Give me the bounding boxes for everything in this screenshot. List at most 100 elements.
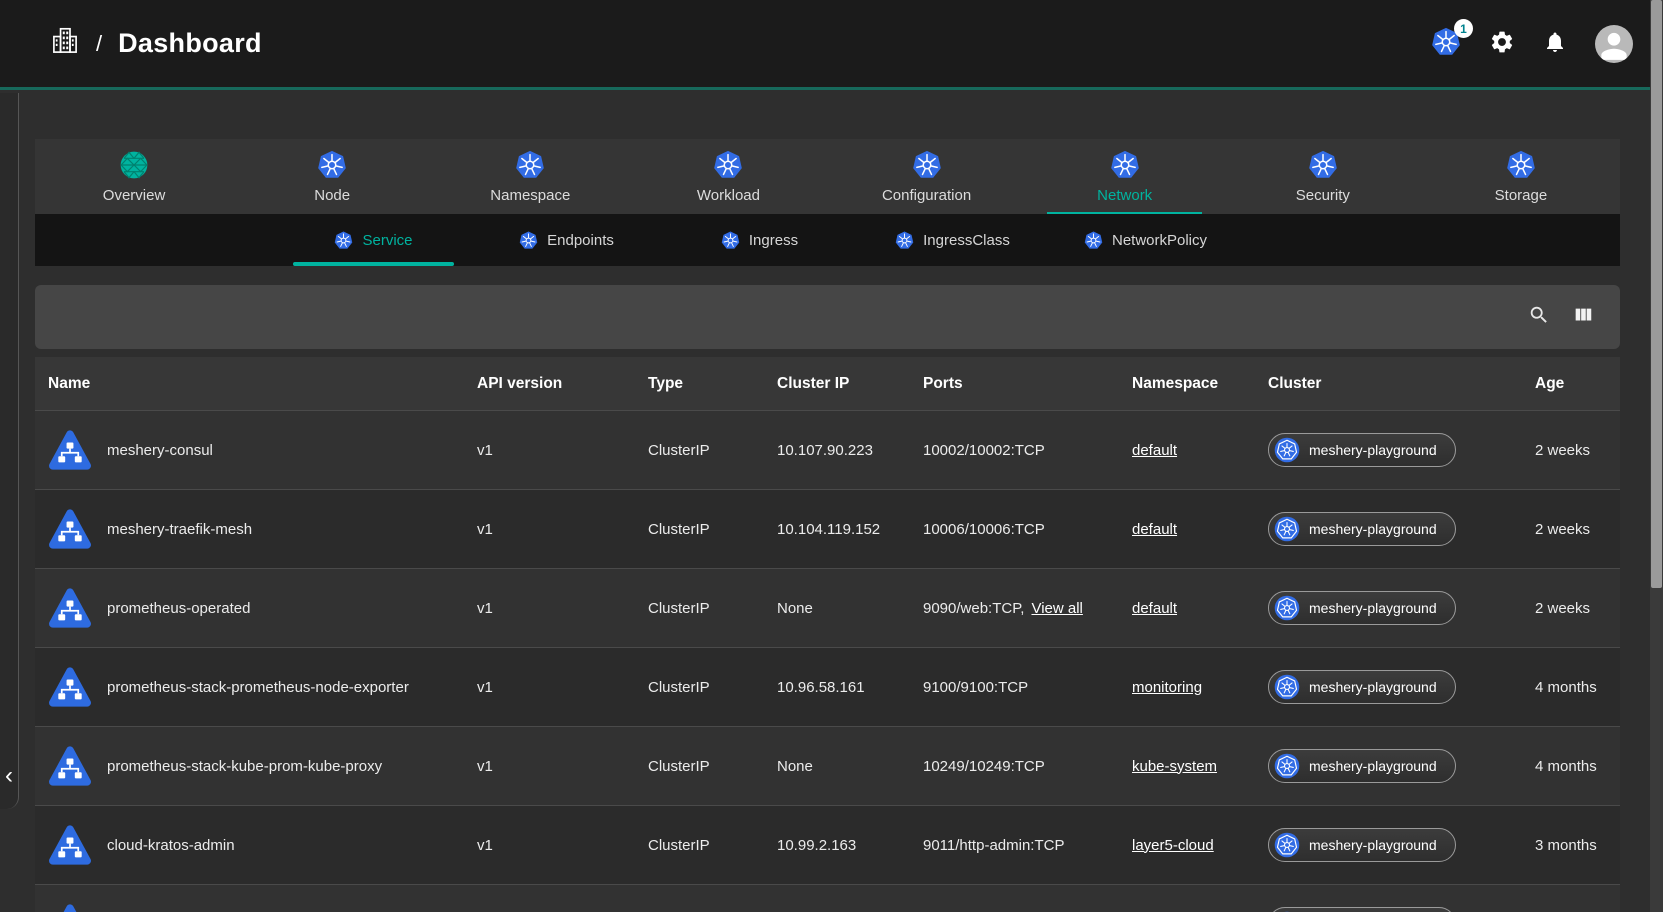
kubernetes-icon <box>1274 832 1300 858</box>
nav-tab-namespace[interactable]: Namespace <box>431 139 629 214</box>
gear-icon <box>1489 29 1515 58</box>
namespace-link[interactable]: kube-system <box>1132 758 1217 775</box>
nav-tab-label: Configuration <box>882 187 971 204</box>
page-scrollbar <box>1650 0 1663 912</box>
cluster-chip-label: meshery-playground <box>1309 521 1437 537</box>
sub-tab-service[interactable]: Service <box>277 214 470 266</box>
cluster-chip[interactable]: meshery-playground <box>1268 749 1456 783</box>
kubernetes-icon <box>1274 753 1300 779</box>
nav-tab-label: Node <box>314 187 350 204</box>
service-icon <box>48 744 92 788</box>
cluster-chip[interactable]: meshery-playground <box>1268 591 1456 625</box>
settings-button[interactable] <box>1489 29 1515 58</box>
kubernetes-icon <box>912 150 942 180</box>
nav-tab-network[interactable]: Network <box>1026 139 1224 214</box>
service-icon <box>48 665 92 709</box>
kubernetes-icon <box>713 150 743 180</box>
table-row[interactable]: prometheus-operated v1 ClusterIP None 90… <box>35 568 1620 647</box>
services-table: NameAPI versionTypeCluster IPPortsNamesp… <box>35 357 1620 912</box>
notifications-button[interactable] <box>1543 30 1567 57</box>
namespace-link[interactable]: default <box>1132 442 1177 459</box>
namespace-cell: default <box>1119 600 1255 617</box>
search-icon[interactable] <box>1528 304 1550 331</box>
nav-tab-workload[interactable]: Workload <box>629 139 827 214</box>
ports-cell: 9011/http-admin:TCP <box>910 837 1119 854</box>
cluster-cell: meshery-playground <box>1255 828 1522 862</box>
meshery-icon <box>119 150 149 180</box>
sidebar-collapse-button[interactable]: ‹ <box>0 761 18 791</box>
nav-tab-storage[interactable]: Storage <box>1422 139 1620 214</box>
sub-tab-label: NetworkPolicy <box>1112 232 1207 249</box>
organization-building-icon <box>50 26 80 61</box>
namespace-link[interactable]: layer5-cloud <box>1132 837 1214 854</box>
chevron-left-icon: ‹ <box>5 762 13 789</box>
namespace-link[interactable]: monitoring <box>1132 679 1202 696</box>
age-cell: 4 months <box>1522 758 1620 775</box>
namespace-cell: default <box>1119 442 1255 459</box>
nav-tab-security[interactable]: Security <box>1224 139 1422 214</box>
namespace-cell: default <box>1119 521 1255 538</box>
type-cell: ClusterIP <box>635 837 764 854</box>
namespace-cell: monitoring <box>1119 679 1255 696</box>
sub-tab-endpoints[interactable]: Endpoints <box>470 214 663 266</box>
column-header: Cluster <box>1255 375 1522 393</box>
namespace-cell: kube-system <box>1119 758 1255 775</box>
age-cell: 3 months <box>1522 837 1620 854</box>
nav-tab-configuration[interactable]: Configuration <box>828 139 1026 214</box>
name-cell: prometheus-stack-prometheus-node-exporte… <box>35 665 464 709</box>
scrollbar-thumb[interactable] <box>1651 0 1662 588</box>
cluster-ip-cell: 10.104.119.152 <box>764 521 910 538</box>
cluster-cell: meshery-playground <box>1255 907 1522 912</box>
service-name: prometheus-stack-kube-prom-kube-proxy <box>107 758 382 775</box>
service-name: prometheus-stack-prometheus-node-exporte… <box>107 679 409 696</box>
namespace-link[interactable]: default <box>1132 521 1177 538</box>
nav-tab-label: Network <box>1097 187 1152 204</box>
cluster-chip[interactable]: meshery-playground <box>1268 907 1456 912</box>
cluster-chip[interactable]: meshery-playground <box>1268 512 1456 546</box>
api-version-cell: v1 <box>464 758 635 775</box>
ports-value: 10002/10002:TCP <box>923 442 1045 459</box>
sub-tab-ingressclass[interactable]: IngressClass <box>856 214 1049 266</box>
ports-view-all-link[interactable]: View all <box>1031 600 1082 617</box>
cluster-cell: meshery-playground <box>1255 591 1522 625</box>
view-columns-icon[interactable] <box>1572 304 1594 331</box>
type-cell: ClusterIP <box>635 521 764 538</box>
kubernetes-icon <box>1274 437 1300 463</box>
kubernetes-icon <box>515 150 545 180</box>
sub-tab-label: Service <box>362 232 412 249</box>
kubernetes-icon <box>1274 516 1300 542</box>
service-icon <box>48 507 92 551</box>
kubernetes-icon <box>317 150 347 180</box>
sub-tab-label: IngressClass <box>923 232 1010 249</box>
nav-tab-label: Workload <box>697 187 760 204</box>
dashboard-page: / Dashboard 1 <box>0 0 1663 912</box>
kubernetes-icon <box>1506 150 1536 180</box>
table-row[interactable]: meshery meshery-playground <box>35 884 1620 912</box>
kubernetes-icon <box>1274 595 1300 621</box>
nav-tab-overview[interactable]: Overview <box>35 139 233 214</box>
cluster-chip[interactable]: meshery-playground <box>1268 433 1456 467</box>
cluster-chip[interactable]: meshery-playground <box>1268 670 1456 704</box>
table-row[interactable]: cloud-kratos-admin v1 ClusterIP 10.99.2.… <box>35 805 1620 884</box>
sub-tab-ingress[interactable]: Ingress <box>663 214 856 266</box>
breadcrumb-separator: / <box>96 31 102 57</box>
cluster-cell: meshery-playground <box>1255 749 1522 783</box>
cluster-chip[interactable]: meshery-playground <box>1268 828 1456 862</box>
name-cell: cloud-kratos-admin <box>35 823 464 867</box>
ports-cell: 10002/10002:TCP <box>910 442 1119 459</box>
kubernetes-context-button[interactable]: 1 <box>1431 27 1461 60</box>
ports-cell: 9090/web:TCP,View all <box>910 600 1119 617</box>
user-menu-button[interactable] <box>1595 25 1633 63</box>
column-header: Ports <box>910 375 1119 393</box>
table-row[interactable]: prometheus-stack-prometheus-node-exporte… <box>35 647 1620 726</box>
nav-tab-node[interactable]: Node <box>233 139 431 214</box>
namespace-cell: layer5-cloud <box>1119 837 1255 854</box>
namespace-link[interactable]: default <box>1132 600 1177 617</box>
table-row[interactable]: prometheus-stack-kube-prom-kube-proxy v1… <box>35 726 1620 805</box>
sub-tab-networkpolicy[interactable]: NetworkPolicy <box>1049 214 1242 266</box>
service-name: cloud-kratos-admin <box>107 837 235 854</box>
table-row[interactable]: meshery-consul v1 ClusterIP 10.107.90.22… <box>35 410 1620 489</box>
table-row[interactable]: meshery-traefik-mesh v1 ClusterIP 10.104… <box>35 489 1620 568</box>
nav-tabs: Overview Node Namespace <box>35 139 1620 214</box>
column-header: Age <box>1522 375 1620 393</box>
